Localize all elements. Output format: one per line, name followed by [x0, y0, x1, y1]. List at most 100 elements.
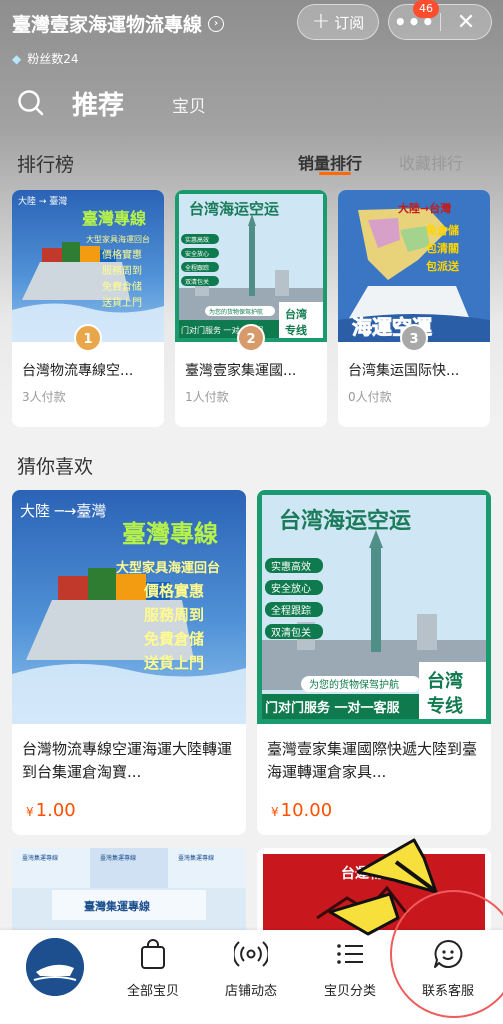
- nav-label: 全部宝贝: [126, 984, 179, 999]
- poster-slogan: 为您的货物保驾护航: [309, 678, 399, 691]
- rank-medal-2: 2: [237, 324, 265, 352]
- poster-header: 臺灣集運專線: [22, 854, 58, 862]
- poster-title: 台湾海运空运: [189, 200, 279, 218]
- product-card-2[interactable]: 台湾海运空运 实惠高效 安全放心 全程跟踪 双清包关 为您的货物保驾护航 门对门…: [257, 490, 491, 835]
- nav-label: 店铺动态: [224, 984, 277, 999]
- price-value: 1.00: [35, 800, 76, 821]
- poster-tag: 安全放心: [271, 582, 311, 595]
- rank-medal-1: 1: [74, 324, 102, 352]
- poster-title: 臺灣專線: [122, 520, 218, 548]
- poster-title: 臺灣集運專線: [84, 899, 150, 913]
- poster-tag: 安全放心: [185, 250, 209, 258]
- broadcast-icon: [234, 941, 268, 967]
- nav-all-items[interactable]: 全部宝贝: [108, 938, 198, 999]
- ranking-paid-count-2: 1人付款: [185, 390, 229, 404]
- currency-symbol: ¥: [26, 805, 34, 819]
- product-price-1: ¥1.00: [26, 800, 76, 821]
- shopping-bag-icon: [141, 939, 165, 969]
- poster-header: 臺灣集運專線: [178, 854, 214, 862]
- yellow-arrow-annotation: [328, 892, 400, 936]
- currency-symbol: ¥: [271, 805, 279, 819]
- poster-corner: 台湾: [285, 307, 307, 321]
- poster-route: 大陸 ─→臺灣: [20, 502, 106, 520]
- product-image-3: 臺灣集運專線 臺灣集運專線 臺灣集運專線 臺灣集運專線: [12, 848, 246, 938]
- poster-tag: 全程跟踪: [271, 604, 311, 617]
- active-tab-indicator: [319, 172, 351, 175]
- poster-tag: 实惠高效: [185, 236, 209, 244]
- poster-tag: 包清關: [425, 241, 459, 255]
- tab-items[interactable]: 宝贝: [172, 92, 206, 117]
- subscribe-button[interactable]: + 订阅: [297, 4, 379, 40]
- ranking-product-image-1: 大陸 → 臺灣 臺灣專線 大型家具海運回台 價格實惠 服務周到 免費倉储 送貨上…: [12, 190, 164, 342]
- product-name-2: 臺灣壹家集運國際快遞大陸到臺海運轉運倉家具...: [267, 740, 478, 781]
- list-icon: [337, 944, 363, 964]
- tab-sales-ranking[interactable]: 销量排行: [298, 150, 362, 174]
- poster-line: 價格實惠: [102, 248, 142, 261]
- ranking-product-image-2: 台湾海运空运 实惠高效 安全放心 全程跟踪 双清包关 为您的货物保驾护航 门对门…: [175, 190, 327, 342]
- poster-line: 免費倉储: [144, 630, 204, 648]
- poster-corner: 专线: [427, 695, 463, 717]
- poster-title: 臺灣專線: [82, 209, 146, 228]
- rank-medal-3: 3: [400, 324, 428, 352]
- ranking-paid-count-3: 0人付款: [348, 390, 392, 404]
- poster-tag: 双清包关: [271, 626, 311, 639]
- diamond-icon: ◆: [12, 51, 22, 66]
- poster-line: 大型家具海運回台: [86, 234, 150, 244]
- poster-line: 價格實惠: [143, 582, 204, 600]
- poster-corner: 专线: [285, 323, 307, 337]
- guess-you-like-title: 猜你喜欢: [17, 456, 94, 478]
- poster-line: 送貨上門: [143, 654, 204, 672]
- ship-logo-icon: [26, 938, 84, 996]
- product-card-3[interactable]: 臺灣集運專線 臺灣集運專線 臺灣集運專線 臺灣集運專線: [12, 848, 246, 938]
- poster-line: 送貨上門: [102, 296, 142, 309]
- ranking-product-name-3: 台湾集运国际快...: [348, 363, 460, 379]
- product-card-1[interactable]: 大陸 ─→臺灣 臺灣專線 大型家具海運回台 價格實惠 服務周到 免費倉储 送貨上…: [12, 490, 246, 835]
- ranking-paid-count-1: 3人付款: [22, 390, 66, 404]
- tab-recommend[interactable]: 推荐: [72, 85, 124, 122]
- shop-title[interactable]: 臺灣壹家海運物流專線 ›: [12, 10, 225, 37]
- mini-program-capsule: ••• ✕: [388, 4, 492, 40]
- poster-line: 服務周到: [102, 264, 142, 277]
- ranking-title: 排行榜: [17, 154, 75, 176]
- ranking-product-name-2: 臺灣壹家集運國...: [185, 363, 297, 379]
- plus-icon: +: [311, 9, 331, 34]
- ranking-product-name-1: 台灣物流專線空...: [22, 363, 134, 379]
- nav-categories[interactable]: 宝贝分类: [305, 938, 395, 999]
- tab-favorite-ranking[interactable]: 收藏排行: [399, 150, 463, 174]
- poster-line: 免費倉储: [102, 280, 142, 293]
- chevron-right-icon: ›: [208, 15, 225, 32]
- poster-tag: 实惠高效: [271, 560, 311, 573]
- product-price-2: ¥10.00: [271, 800, 332, 821]
- ranking-card-3[interactable]: 大陸→台灣 免倉儲 包清關 包派送 海運空運 3 台湾集运国际快... 0人付款: [338, 190, 490, 427]
- poster-bottom-line: 门对门服务 一对一客服: [265, 700, 401, 716]
- poster-tag: 包派送: [425, 259, 460, 273]
- nav-shop-news[interactable]: 店铺动态: [206, 938, 296, 999]
- poster-line: 服務周到: [144, 606, 204, 624]
- close-icon[interactable]: ✕: [441, 10, 491, 35]
- ranking-product-image-3: 大陸→台灣 免倉儲 包清關 包派送 海運空運: [338, 190, 490, 342]
- poster-tag: 全程跟踪: [185, 264, 209, 272]
- notification-badge: 46: [413, 0, 439, 18]
- poster-route: 大陸 → 臺灣: [18, 195, 67, 207]
- search-icon[interactable]: [17, 89, 45, 117]
- poster-tag: 双清包关: [185, 278, 209, 286]
- fans-count: ◆ 粉丝数24: [12, 50, 79, 67]
- nav-label: 宝贝分类: [323, 984, 376, 999]
- poster-line: 大型家具海運回台: [116, 560, 220, 576]
- subscribe-label: 订阅: [334, 13, 365, 32]
- poster-header: 臺灣集運專線: [100, 854, 136, 862]
- poster-tag: 免倉儲: [426, 223, 459, 237]
- ranking-card-2[interactable]: 台湾海运空运 实惠高效 安全放心 全程跟踪 双清包关 为您的货物保驾护航 门对门…: [175, 190, 327, 427]
- poster-route: 大陸→台灣: [398, 201, 451, 215]
- poster-title: 台湾海运空运: [279, 508, 411, 534]
- fans-label: 粉丝数24: [27, 52, 79, 66]
- shop-logo[interactable]: [26, 938, 84, 996]
- product-image-2: 台湾海运空运 实惠高效 安全放心 全程跟踪 双清包关 为您的货物保驾护航 门对门…: [257, 490, 491, 724]
- price-value: 10.00: [280, 800, 333, 821]
- poster-corner: 台湾: [427, 670, 463, 692]
- product-image-1: 大陸 ─→臺灣 臺灣專線 大型家具海運回台 價格實惠 服務周到 免費倉储 送貨上…: [12, 490, 246, 724]
- shop-name: 臺灣壹家海運物流專線: [12, 14, 203, 36]
- poster-slogan: 为您的货物保驾护航: [209, 308, 263, 316]
- product-name-1: 台灣物流專線空運海運大陸轉運到台集運倉淘寶...: [22, 740, 233, 781]
- ranking-card-1[interactable]: 大陸 → 臺灣 臺灣專線 大型家具海運回台 價格實惠 服務周到 免費倉储 送貨上…: [12, 190, 164, 427]
